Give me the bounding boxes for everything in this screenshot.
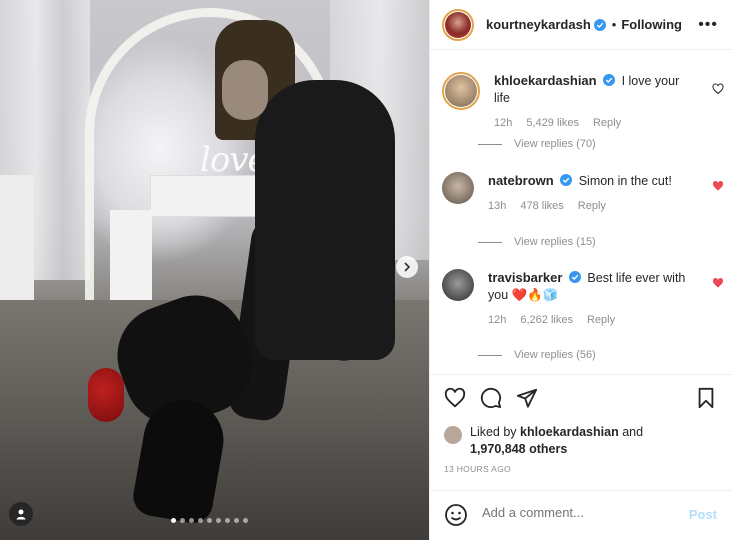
comment-bubble-icon[interactable] [480, 387, 502, 409]
verified-badge-icon [603, 74, 616, 86]
verified-badge-icon [560, 174, 573, 186]
carousel-dot [207, 518, 212, 523]
commenter-avatar[interactable] [442, 172, 474, 204]
more-options-icon[interactable]: ••• [698, 16, 718, 34]
view-replies-button[interactable]: View replies (56) [478, 349, 596, 361]
heart-filled-icon[interactable] [712, 277, 724, 289]
comment-time: 12h [488, 314, 507, 326]
carousel-dot [189, 518, 194, 523]
comment-item: natebrown Simon in the cut! 13h 478 likes… [442, 172, 724, 215]
reply-button[interactable]: Reply [578, 200, 606, 212]
verified-badge-icon [593, 18, 606, 31]
carousel-dot [234, 518, 239, 523]
comment-input[interactable] [480, 504, 674, 521]
carousel-dot [180, 518, 185, 523]
verified-badge-icon [568, 271, 581, 283]
comment-likes[interactable]: 5,429 likes [526, 117, 579, 129]
comment-time: 13h [488, 200, 507, 212]
heart-filled-icon[interactable] [712, 180, 724, 192]
heart-outline-icon[interactable] [712, 83, 724, 95]
likes-prefix: Liked by [470, 425, 517, 439]
carousel-dot [198, 518, 203, 523]
action-bar [430, 374, 732, 422]
comment-item: khloekardashian I love your life 12h 5,42… [442, 72, 724, 132]
view-replies-button[interactable]: View replies (15) [478, 236, 596, 248]
view-replies-button[interactable]: View replies (70) [478, 138, 596, 150]
comment-username[interactable]: natebrown [488, 173, 554, 188]
comment-time: 12h [494, 117, 513, 129]
author-avatar[interactable] [442, 8, 474, 41]
man-figure [255, 80, 395, 360]
likes-summary: Liked by khloekardashian and 1,970,848 o… [444, 424, 643, 458]
carousel-dot [225, 518, 230, 523]
post-side-panel: kourtneykardash • Following ••• khloekar… [429, 0, 732, 540]
emoji-smiley-icon[interactable] [444, 503, 468, 527]
commenter-avatar[interactable] [442, 269, 474, 301]
carousel-dot [171, 518, 176, 523]
post-photo: love [0, 0, 429, 540]
comment-likes[interactable]: 478 likes [520, 200, 563, 212]
rose-bouquet [88, 368, 124, 422]
carousel-indicators [171, 518, 248, 523]
comment-username[interactable]: travisbarker [488, 270, 562, 285]
post-header: kourtneykardash • Following ••• [430, 0, 732, 50]
comment-text: Simon in the cut! [578, 174, 672, 188]
carousel-next-button[interactable] [396, 256, 418, 278]
reply-button[interactable]: Reply [587, 314, 615, 326]
others-count-link[interactable]: 1,970,848 others [470, 442, 567, 456]
add-comment-bar: Post [430, 490, 732, 540]
carousel-dot [216, 518, 221, 523]
man-head [222, 60, 268, 120]
comment-username[interactable]: khloekardashian [494, 73, 597, 88]
liker-username[interactable]: khloekardashian [520, 425, 619, 439]
like-heart-icon[interactable] [444, 387, 466, 409]
post-timestamp[interactable]: 13 HOURS AGO [444, 464, 511, 474]
commenter-avatar[interactable] [442, 72, 480, 110]
tagged-users-button[interactable] [9, 502, 33, 526]
liker-avatar[interactable] [444, 426, 462, 444]
share-send-icon[interactable] [516, 387, 538, 409]
likes-and: and [622, 425, 644, 439]
reply-button[interactable]: Reply [593, 117, 621, 129]
following-button[interactable]: Following [621, 17, 682, 32]
carousel-dot [243, 518, 248, 523]
save-bookmark-icon[interactable] [696, 387, 716, 409]
author-username[interactable]: kourtneykardash [486, 17, 591, 32]
chevron-right-icon [404, 262, 411, 272]
post-comment-button[interactable]: Post [689, 507, 717, 522]
comment-item: travisbarker Best life ever with you ❤️🔥… [442, 269, 724, 329]
separator-dot: • [611, 17, 617, 32]
user-icon [16, 509, 26, 520]
comment-likes[interactable]: 6,262 likes [520, 314, 573, 326]
